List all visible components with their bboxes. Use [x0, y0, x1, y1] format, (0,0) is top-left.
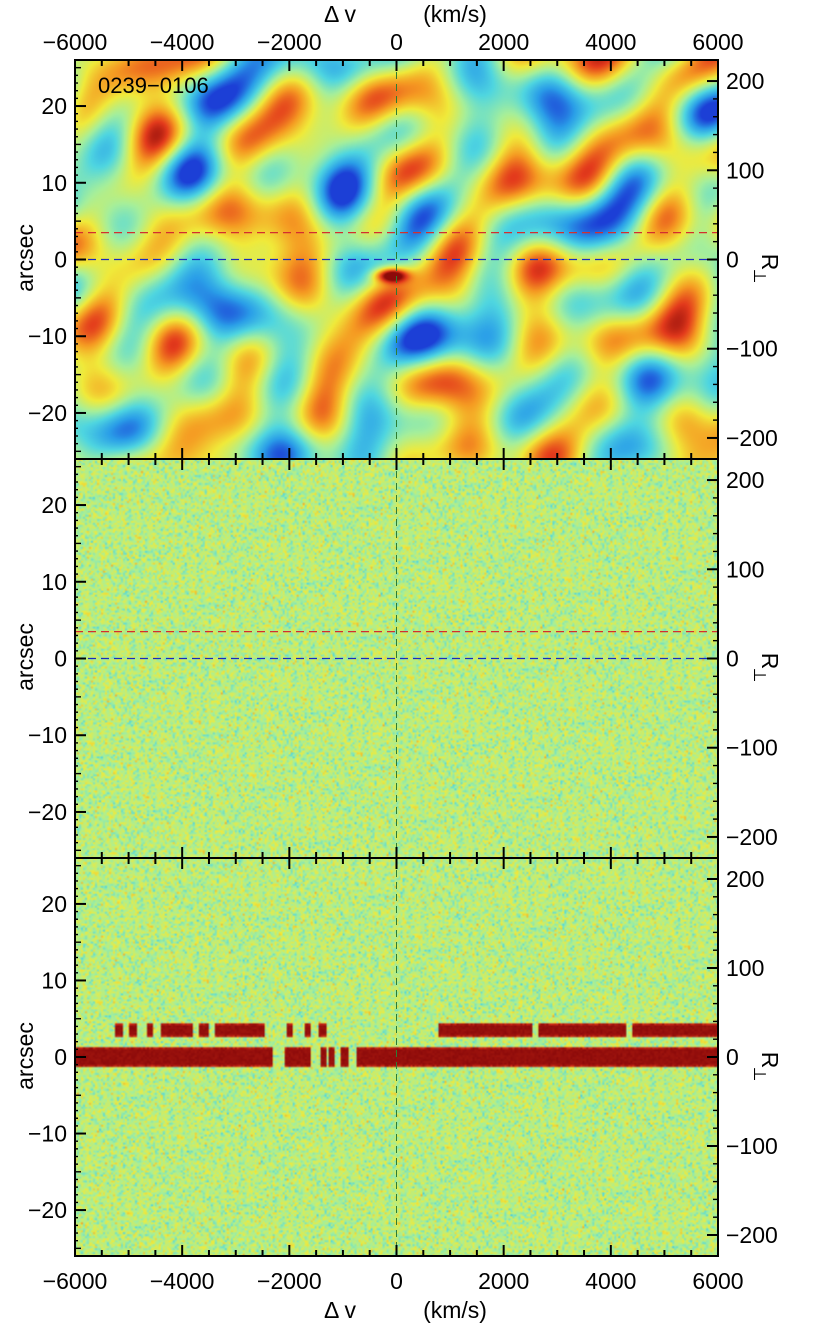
y-right-tick-label: 200 — [726, 866, 764, 892]
top-x-tick-label: −2000 — [257, 29, 322, 55]
y-right-tick-label: −200 — [726, 824, 778, 850]
y-left-tick-label: 20 — [41, 891, 67, 917]
y-right-tick-label: 0 — [726, 646, 739, 672]
svg-text:⊥: ⊥ — [750, 668, 769, 683]
top-x-tick-label: −4000 — [150, 29, 215, 55]
y-left-tick-label: −10 — [28, 1121, 67, 1147]
top-x-tick-label: 0 — [390, 29, 403, 55]
y-axis-label-smoothed: arcsec — [12, 224, 38, 292]
bottom-x-tick-label: 6000 — [692, 1268, 743, 1294]
y-left-tick-label: 0 — [54, 1044, 67, 1070]
y-left-tick-label: 0 — [54, 247, 67, 273]
y-right-tick-label: −100 — [726, 735, 778, 761]
bottom-x-tick-label: 4000 — [585, 1268, 636, 1294]
y-left-tick-label: −10 — [28, 323, 67, 349]
y-left-tick-label: 10 — [41, 170, 67, 196]
svg-text:⊥: ⊥ — [750, 1067, 769, 1082]
y-left-tick-label: −20 — [28, 400, 67, 426]
y-left-tick-label: 20 — [41, 93, 67, 119]
y-right-tick-label: 100 — [726, 157, 764, 183]
bottom-x-axis-symbol: Δ v — [324, 1297, 356, 1323]
y-left-tick-label: −20 — [28, 1197, 67, 1223]
top-x-axis-unit: (km/s) — [423, 1, 487, 27]
bottom-x-tick-label: 2000 — [478, 1268, 529, 1294]
y-left-tick-label: −10 — [28, 722, 67, 748]
y-right-tick-label: 0 — [726, 1044, 739, 1070]
y-right-tick-label: 200 — [726, 467, 764, 493]
y-left-tick-label: 20 — [41, 492, 67, 518]
svg-text:⊥: ⊥ — [750, 269, 769, 284]
right-axis-label-raw: R ⊥ — [750, 1052, 783, 1082]
top-x-axis-symbol: Δ v — [324, 1, 356, 27]
bottom-x-tick-label: −2000 — [257, 1268, 322, 1294]
figure: −20−1001020−200−1000100200−20−1001020−20… — [12, 1, 783, 1323]
bottom-x-tick-label: −4000 — [150, 1268, 215, 1294]
y-right-tick-label: 100 — [726, 556, 764, 582]
bottom-x-axis-unit: (km/s) — [423, 1297, 487, 1323]
top-x-tick-label: 2000 — [478, 29, 529, 55]
y-right-tick-label: 200 — [726, 68, 764, 94]
top-x-tick-label: 6000 — [692, 29, 743, 55]
y-axis-label-raw: arcsec — [12, 1022, 38, 1090]
y-right-tick-label: −200 — [726, 425, 778, 451]
panel-annotation: 0239−0106 — [98, 73, 209, 98]
y-right-tick-label: −200 — [726, 1222, 778, 1248]
y-right-tick-label: −100 — [726, 1133, 778, 1159]
y-right-tick-label: 100 — [726, 955, 764, 981]
right-axis-label-residual: R ⊥ — [750, 653, 783, 683]
bottom-x-tick-label: −6000 — [43, 1268, 108, 1294]
y-left-tick-label: 10 — [41, 967, 67, 993]
y-right-tick-label: 0 — [726, 247, 739, 273]
y-left-tick-label: 10 — [41, 569, 67, 595]
right-axis-label-smoothed: R ⊥ — [750, 254, 783, 284]
y-left-tick-label: −20 — [28, 799, 67, 825]
y-right-tick-label: −100 — [726, 336, 778, 362]
top-x-tick-label: 4000 — [585, 29, 636, 55]
top-x-tick-label: −6000 — [43, 29, 108, 55]
y-left-tick-label: 0 — [54, 646, 67, 672]
y-axis-label-residual: arcsec — [12, 623, 38, 691]
bottom-x-tick-label: 0 — [390, 1268, 403, 1294]
